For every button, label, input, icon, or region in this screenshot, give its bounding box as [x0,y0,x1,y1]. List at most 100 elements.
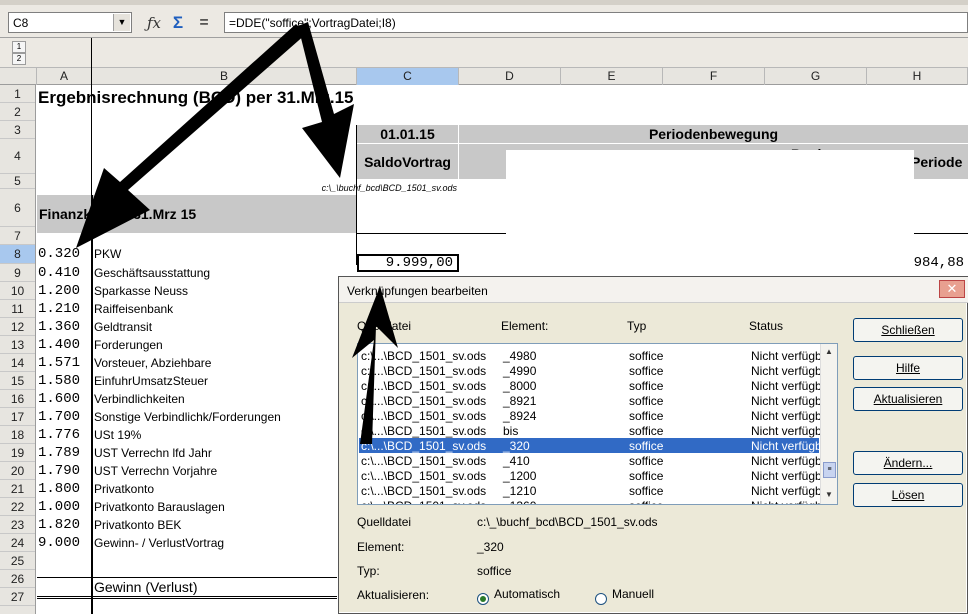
cell-c5[interactable]: c:\_\buchf_bcd\BCD_1501_sv.ods [300,181,457,195]
release-button[interactable]: Lösen [853,483,963,507]
sum-icon[interactable]: Σ [168,13,188,33]
account-name[interactable]: Privatkonto BEK [94,516,181,534]
list-item[interactable]: c:\...\BCD_1501_sv.ods _1210 soffice Nicht … [359,483,832,498]
list-item[interactable]: c:\...\BCD_1501_sv.ods _410 soffice Nicht v… [359,453,832,468]
account-name[interactable]: Sparkasse Neuss [94,282,188,300]
row-header-22[interactable]: 22 [0,498,35,516]
account-name[interactable]: Sonstige Verbindlichk/Forderungen [94,408,281,426]
function-wizard-icon[interactable]: ƒx [144,13,164,33]
cell-c8-selected[interactable]: 9.999,00 [357,254,459,272]
column-header-d[interactable]: D [459,68,561,85]
account-number[interactable]: 1.571 [38,354,80,372]
column-header-b[interactable]: B [92,68,357,85]
radio-manual-label[interactable]: Manuell [612,587,654,601]
list-item[interactable]: c:\...\BCD_1501_sv.ods_1360sofficeNicht … [359,498,832,504]
row-header-4[interactable]: 4 [0,139,35,174]
row-header-21[interactable]: 21 [0,480,35,498]
row-header-17[interactable]: 17 [0,408,35,426]
list-item[interactable]: c:\...\BCD_1501_sv.ods _4990 soffice Nicht … [359,363,832,378]
row-header-15[interactable]: 15 [0,372,35,390]
list-item[interactable]: c:\...\BCD_1501_sv.ods _8924 soffice Nicht … [359,408,832,423]
account-name[interactable]: Vorsteuer, Abziehbare [94,354,211,372]
account-number[interactable]: 0.320 [38,245,80,263]
row-header-20[interactable]: 20 [0,462,35,480]
row-header-10[interactable]: 10 [0,282,35,300]
account-number[interactable]: 1.600 [38,390,80,408]
account-number[interactable]: 1.776 [38,426,80,444]
radio-automatic-label[interactable]: Automatisch [494,587,560,601]
column-header-c[interactable]: C [357,68,459,85]
select-all-corner[interactable] [0,68,37,85]
row-header-14[interactable]: 14 [0,354,35,372]
account-number[interactable]: 0.410 [38,264,80,282]
row-header-19[interactable]: 19 [0,444,35,462]
row-header-23[interactable]: 23 [0,516,35,534]
account-name[interactable]: UST Verrechn lfd Jahr [94,444,212,462]
column-header-a[interactable]: A [37,68,92,85]
row-header-12[interactable]: 12 [0,318,35,336]
radio-manual[interactable] [595,593,607,605]
column-header-g[interactable]: G [765,68,867,85]
account-number[interactable]: 1.580 [38,372,80,390]
column-header-f[interactable]: F [663,68,765,85]
scroll-down-icon[interactable]: ▼ [823,489,835,501]
account-number[interactable]: 1.700 [38,408,80,426]
row-header-8[interactable]: 8 [0,245,35,264]
cell-b26[interactable]: Gewinn (Verlust) [94,578,197,596]
scroll-up-icon[interactable]: ▲ [823,346,835,358]
row-header-25[interactable]: 25 [0,552,35,570]
column-header-h[interactable]: H [867,68,968,85]
change-button[interactable]: Ändern... [853,451,963,475]
account-number[interactable]: 1.210 [38,300,80,318]
row-header-24[interactable]: 24 [0,534,35,552]
account-number[interactable]: 9.000 [38,534,80,552]
account-name[interactable]: Raiffeisenbank [94,300,173,318]
list-item[interactable]: c:\...\BCD_1501_sv.ods bis soffice Nicht ve… [359,423,832,438]
account-name[interactable]: EinfuhrUmsatzSteuer [94,372,208,390]
list-item[interactable]: c:\...\BCD_1501_sv.ods _320 soffice Nicht v… [359,438,832,453]
help-button[interactable]: Hilfe [853,356,963,380]
column-header-e[interactable]: E [561,68,663,85]
cell-d3-periodenbewegung[interactable]: Periodenbewegung [459,125,968,143]
close-button[interactable]: Schließen [853,318,963,342]
formula-input[interactable]: =DDE("soffice";VortragDatei;I8) [224,12,968,33]
row-header-6[interactable]: 6 [0,189,35,227]
account-name[interactable]: Geschäftsausstattung [94,264,210,282]
outline-level-2-button[interactable]: 2 [12,53,26,65]
list-item[interactable]: c:\...\BCD_1501_sv.ods _4980 soffice Nicht … [359,348,832,363]
cell-c3[interactable]: 01.01.15 [357,125,458,143]
row-header-2[interactable]: 2 [0,103,35,121]
cell-a6[interactable]: Finanzkonten 31.Mrz 15 [37,195,357,233]
row-header-11[interactable]: 11 [0,300,35,318]
update-button[interactable]: Aktualisieren [853,387,963,411]
close-icon[interactable]: ✕ [939,280,965,298]
radio-automatic[interactable] [477,593,489,605]
row-header-3[interactable]: 3 [0,121,35,139]
row-header-9[interactable]: 9 [0,264,35,282]
account-name[interactable]: UST Verrechn Vorjahre [94,462,217,480]
account-name[interactable]: PKW [94,245,121,263]
account-number[interactable]: 1.360 [38,318,80,336]
equals-icon[interactable]: = [194,13,214,33]
account-number[interactable]: 1.790 [38,462,80,480]
name-box[interactable]: C8 ▼ [8,12,132,33]
account-name[interactable]: Gewinn- / VerlustVortrag [94,534,224,552]
links-list[interactable]: c:\...\BCD_1501_sv.ods _4980 soffice Nicht … [357,343,838,505]
list-item[interactable]: c:\...\BCD_1501_sv.ods _8000 soffice Nicht … [359,378,832,393]
account-number[interactable]: 1.200 [38,282,80,300]
account-name[interactable]: Forderungen [94,336,163,354]
account-name[interactable]: Privatkonto [94,480,154,498]
list-item[interactable]: c:\...\BCD_1501_sv.ods _1200 soffice Nicht … [359,468,832,483]
account-name[interactable]: Privatkonto Barauslagen [94,498,225,516]
row-header-26[interactable]: 26 [0,570,35,588]
account-number[interactable]: 1.000 [38,498,80,516]
account-number[interactable]: 1.820 [38,516,80,534]
account-number[interactable]: 1.400 [38,336,80,354]
sheet-title[interactable]: Ergebnisrechnung (BCD) per 31.Mrz.15 [38,87,354,109]
row-header-16[interactable]: 16 [0,390,35,408]
account-name[interactable]: Geldtransit [94,318,152,336]
cell-c4[interactable]: SaldoVortrag [357,144,458,179]
row-header-7[interactable]: 7 [0,227,35,245]
account-name[interactable]: USt 19% [94,426,141,444]
chevron-down-icon[interactable]: ▼ [113,14,130,31]
